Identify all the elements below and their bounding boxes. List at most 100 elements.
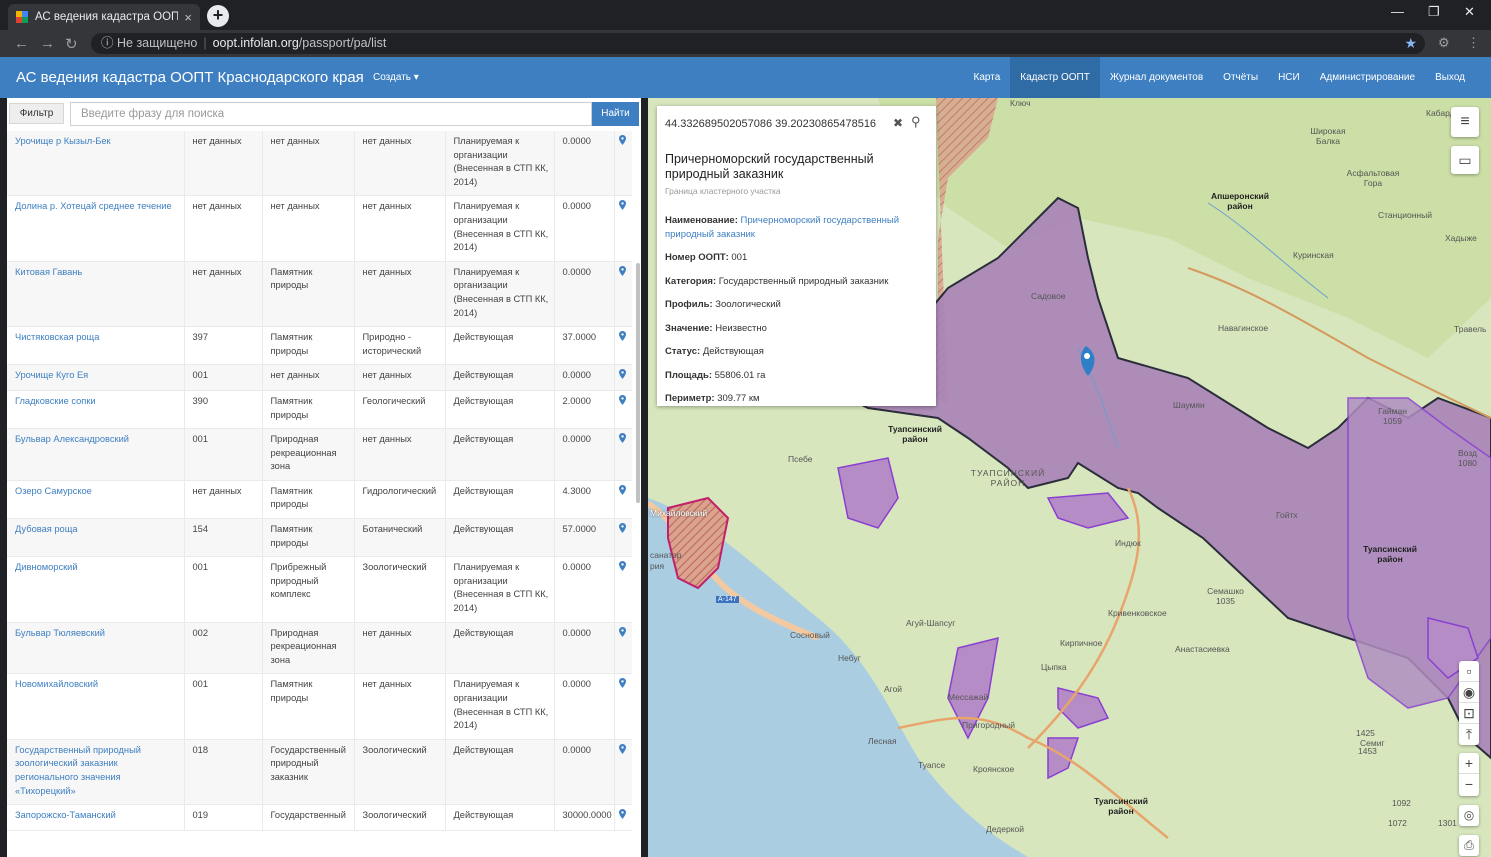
show-on-map-pin-icon[interactable] bbox=[614, 480, 632, 520]
tool-document-icon[interactable]: ▫ bbox=[1459, 661, 1479, 682]
show-on-map-pin-icon[interactable] bbox=[614, 739, 632, 806]
table-row[interactable]: Долина р. Хотецай среднее течение нет дан… bbox=[7, 195, 632, 262]
list-scrollbar[interactable] bbox=[636, 263, 640, 503]
cell-name[interactable]: Чистяковская роща bbox=[7, 326, 185, 366]
map-label-asfalt: Асфальтовая Гора bbox=[1346, 168, 1400, 188]
cell-profile: нет данных bbox=[354, 131, 446, 197]
oopt-table: Урочище р Кызыл-Бек нет данных нет данных н… bbox=[7, 131, 632, 831]
new-tab-button[interactable]: + bbox=[207, 5, 229, 27]
cell-name[interactable]: Озеро Самурское bbox=[7, 480, 185, 520]
menu-item[interactable]: Журнал документов bbox=[1100, 57, 1213, 98]
search-input[interactable]: Введите фразу для поиска bbox=[70, 102, 592, 126]
map-label-sadovoe: Садовое bbox=[1031, 291, 1066, 301]
menu-item[interactable]: НСИ bbox=[1268, 57, 1310, 98]
locate-button[interactable]: ◎ bbox=[1459, 805, 1479, 826]
cell-profile: нет данных bbox=[354, 673, 446, 740]
forward-icon[interactable]: → bbox=[40, 35, 55, 52]
show-on-map-pin-icon[interactable] bbox=[614, 131, 632, 197]
create-dropdown[interactable]: Создать ▾ bbox=[373, 72, 419, 83]
menu-item[interactable]: Выход bbox=[1425, 57, 1475, 98]
show-on-map-pin-icon[interactable] bbox=[614, 195, 632, 262]
bookmark-star-icon[interactable]: ★ bbox=[1404, 33, 1417, 54]
popup-close-icon[interactable]: ✖ bbox=[893, 116, 903, 130]
cell-name[interactable]: Долина р. Хотецай среднее течение bbox=[7, 195, 185, 262]
map-label-tuapse-district-2: Туапсинский район bbox=[1363, 544, 1417, 564]
show-on-map-pin-icon[interactable] bbox=[614, 622, 632, 675]
cell-name[interactable]: Запорожско-Таманский bbox=[7, 804, 185, 831]
cell-name[interactable]: Гладковские сопки bbox=[7, 390, 185, 430]
map-label-tsypka: Цыпка bbox=[1041, 662, 1067, 672]
table-row[interactable]: Урочище Куго Ея 001 нет данных нет данных Де… bbox=[7, 364, 632, 391]
cell-name[interactable]: Бульвар Тюляевский bbox=[7, 622, 185, 675]
browser-tab[interactable]: АС ведения кадастра ООПТ Крас × bbox=[8, 4, 200, 30]
table-row[interactable]: Чистяковская роща 397 Памятник природы Прир… bbox=[7, 326, 632, 366]
table-row[interactable]: Гладковские сопки 390 Памятник природы Геол… bbox=[7, 390, 632, 430]
table-row[interactable]: Бульвар Тюляевский 002 Природная рекреацио… bbox=[7, 622, 632, 675]
menu-item[interactable]: Отчёты bbox=[1213, 57, 1268, 98]
print-button[interactable]: ⎙ bbox=[1459, 835, 1479, 856]
show-on-map-pin-icon[interactable] bbox=[614, 556, 632, 623]
draw-control[interactable]: ▭ bbox=[1451, 146, 1479, 174]
table-row[interactable]: Урочище р Кызыл-Бек нет данных нет данных н… bbox=[7, 131, 632, 197]
popup-field-label: Статус: bbox=[665, 346, 701, 357]
tool-upload-icon[interactable]: ⤒ bbox=[1459, 724, 1479, 745]
table-row[interactable]: Озеро Самурское нет данных Памятник природ… bbox=[7, 480, 632, 520]
cell-name[interactable]: Бульвар Александровский bbox=[7, 428, 185, 481]
app-navbar: АС ведения кадастра ООПТ Краснодарского … bbox=[0, 57, 1491, 98]
show-on-map-pin-icon[interactable] bbox=[614, 428, 632, 481]
popup-search-icon[interactable]: ⚲ bbox=[911, 114, 921, 130]
back-icon[interactable]: ← bbox=[14, 35, 29, 52]
browser-menu-icon[interactable]: ⋮ bbox=[1467, 35, 1480, 51]
filter-button[interactable]: Фильтр bbox=[9, 103, 64, 124]
table-row[interactable]: Запорожско-Таманский 019 Государственный Зо… bbox=[7, 804, 632, 831]
table-row[interactable]: Новомихайловский 001 Памятник природы нет д… bbox=[7, 673, 632, 740]
table-row[interactable]: Дубовая роща 154 Памятник природы Ботаничес… bbox=[7, 518, 632, 558]
zoom-out-button[interactable]: − bbox=[1459, 774, 1479, 795]
cell-area: 57.0000 bbox=[554, 518, 615, 558]
show-on-map-pin-icon[interactable] bbox=[614, 673, 632, 740]
cell-area: 0.0000 bbox=[554, 131, 615, 197]
security-label: Не защищено bbox=[117, 36, 198, 50]
minimize-icon[interactable]: — bbox=[1391, 4, 1404, 19]
menu-item[interactable]: Карта bbox=[964, 57, 1011, 98]
show-on-map-pin-icon[interactable] bbox=[614, 261, 632, 328]
show-on-map-pin-icon[interactable] bbox=[614, 518, 632, 558]
cell-name[interactable]: Урочище Куго Ея bbox=[7, 364, 185, 391]
show-on-map-pin-icon[interactable] bbox=[614, 804, 632, 831]
map-label-goyth: Гойтх bbox=[1276, 510, 1298, 520]
show-on-map-pin-icon[interactable] bbox=[614, 326, 632, 366]
address-bar[interactable]: ⓘ Не защищено | oopt.infolan.org/passport/… bbox=[91, 33, 1425, 54]
tab-close-icon[interactable]: × bbox=[184, 10, 192, 25]
table-row[interactable]: Государственный природный зоологический … bbox=[7, 739, 632, 806]
cell-name[interactable]: Китовая Гавань bbox=[7, 261, 185, 328]
map-label-navaginskoe: Навагинское bbox=[1218, 323, 1269, 333]
zoom-in-button[interactable]: + bbox=[1459, 753, 1479, 774]
menu-item[interactable]: Кадастр ООПТ bbox=[1010, 57, 1100, 98]
menu-item[interactable]: Администрирование bbox=[1310, 57, 1425, 98]
cell-status: Действующая bbox=[445, 739, 555, 806]
restore-icon[interactable]: ❐ bbox=[1428, 4, 1440, 20]
info-icon[interactable]: ⓘ bbox=[101, 36, 114, 50]
tool-select-icon[interactable]: ⊡ bbox=[1459, 703, 1479, 724]
layers-control[interactable]: ≡ bbox=[1451, 107, 1479, 137]
show-on-map-pin-icon[interactable] bbox=[614, 364, 632, 391]
cell-name[interactable]: Урочище р Кызыл-Бек bbox=[7, 131, 185, 197]
table-row[interactable]: Дивноморский 001 Прибрежный природный комп… bbox=[7, 556, 632, 623]
reload-icon[interactable]: ↻ bbox=[65, 35, 78, 53]
show-on-map-pin-icon[interactable] bbox=[614, 390, 632, 430]
cell-name[interactable]: Государственный природный зоологический … bbox=[7, 739, 185, 806]
cell-name[interactable]: Дубовая роща bbox=[7, 518, 185, 558]
cell-name[interactable]: Новомихайловский bbox=[7, 673, 185, 740]
cell-name[interactable]: Дивноморский bbox=[7, 556, 185, 623]
table-row[interactable]: Китовая Гавань нет данных Памятник природы… bbox=[7, 261, 632, 328]
map-label-1425: 1425 bbox=[1356, 728, 1375, 738]
table-row[interactable]: Бульвар Александровский 001 Природная рекр… bbox=[7, 428, 632, 481]
search-button[interactable]: Найти bbox=[592, 102, 639, 126]
close-window-icon[interactable]: ✕ bbox=[1464, 4, 1475, 20]
cell-category: Памятник природы bbox=[262, 326, 355, 366]
extension-icon[interactable]: ⚙ bbox=[1438, 35, 1450, 51]
popup-field-value: 309.77 км bbox=[717, 393, 760, 404]
cell-area: 30000.0000 bbox=[554, 804, 615, 831]
tool-pin-icon[interactable]: ◉ bbox=[1459, 682, 1479, 703]
app-brand[interactable]: АС ведения кадастра ООПТ Краснодарского … bbox=[16, 69, 364, 86]
